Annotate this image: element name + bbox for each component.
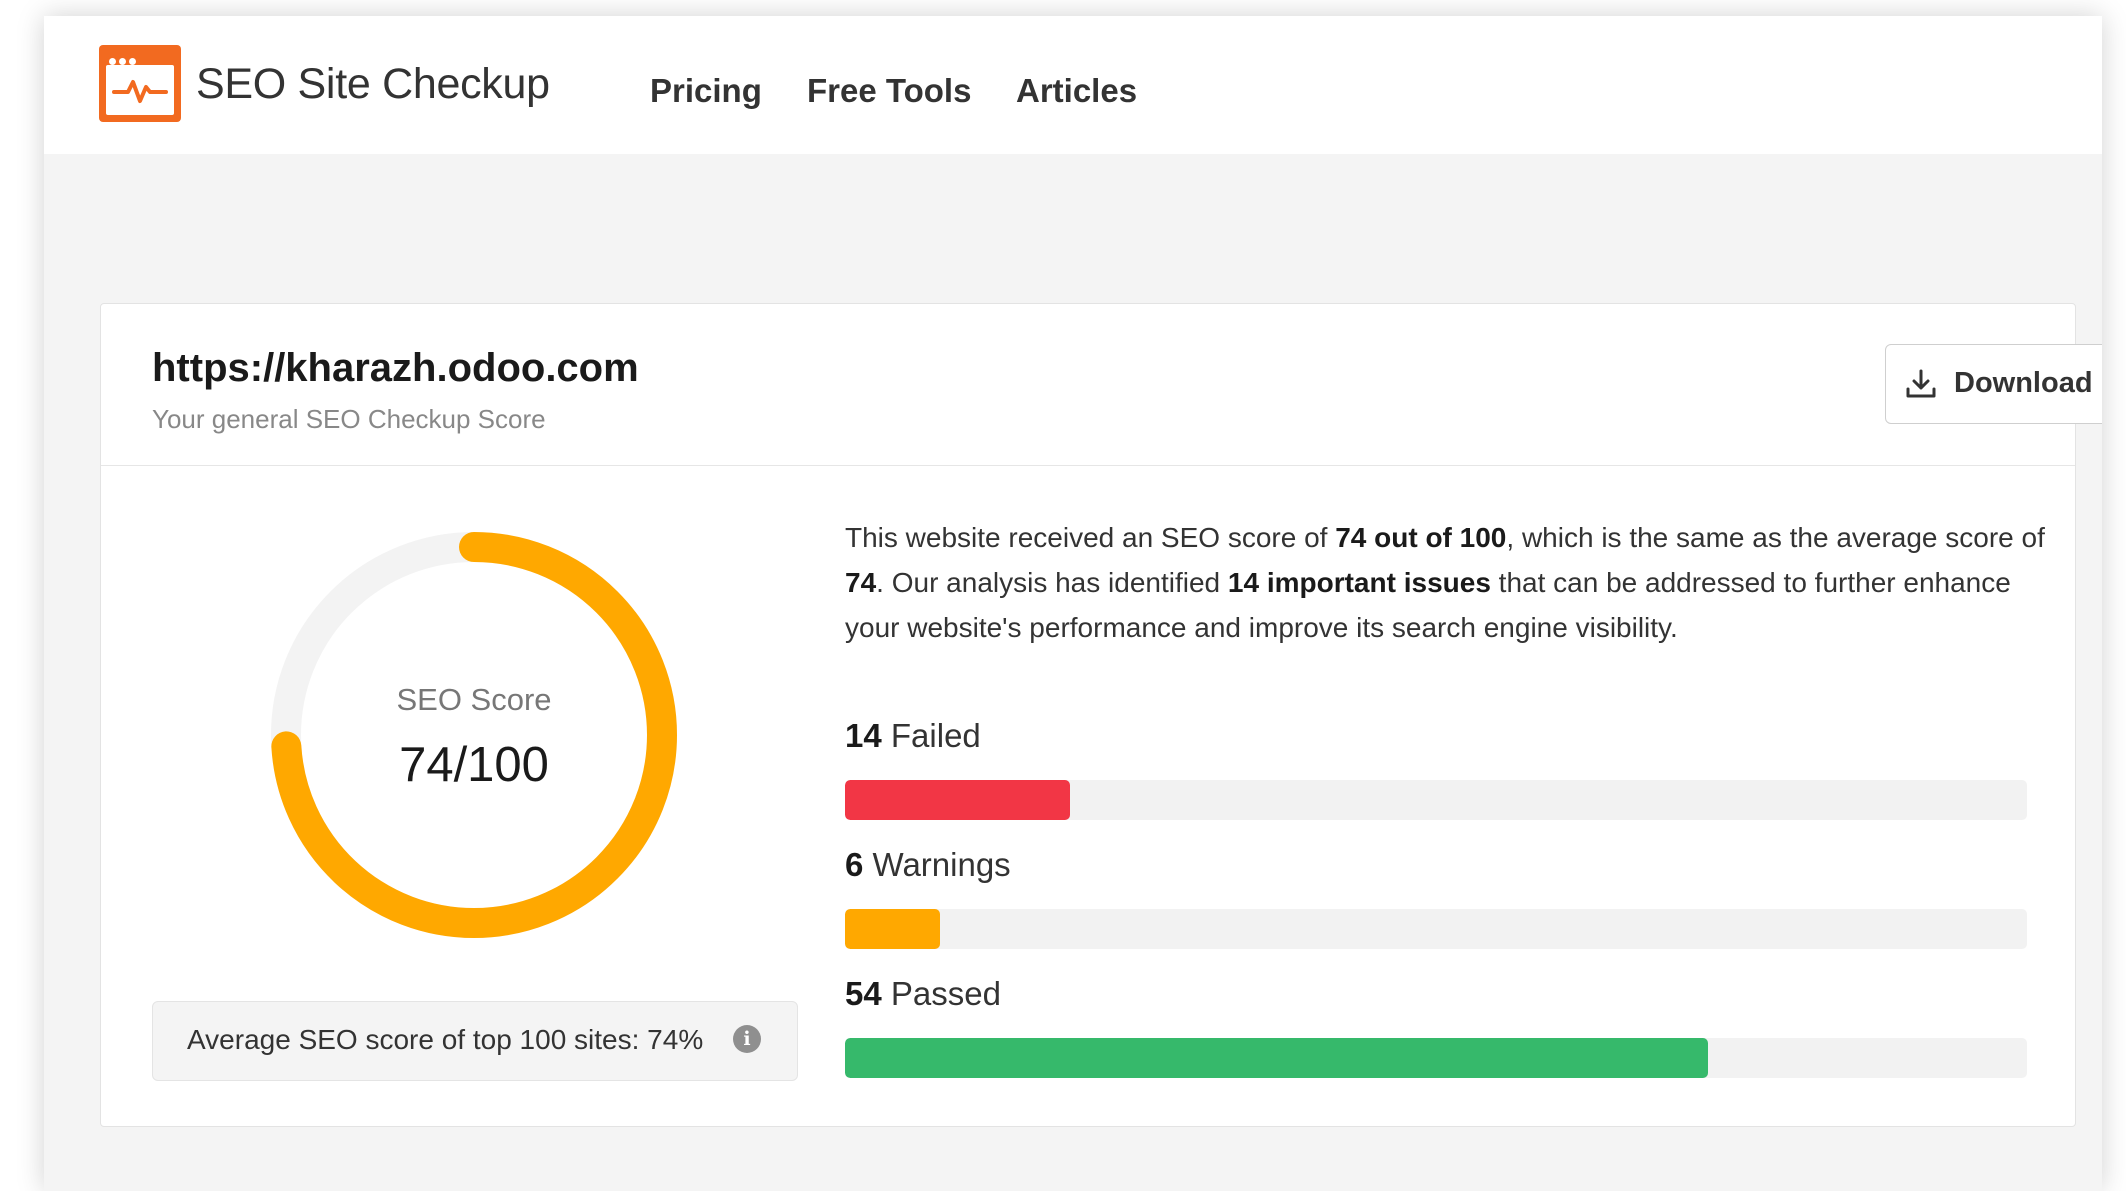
desc-average: 74 (845, 567, 877, 598)
average-score-box: Average SEO score of top 100 sites: 74% … (152, 1001, 798, 1081)
seo-report-card: https://kharazh.odoo.com Your general SE… (100, 303, 2102, 1127)
passed-count: 54 (845, 975, 882, 1012)
download-icon (1904, 367, 1938, 406)
report-subtitle: Your general SEO Checkup Score (152, 404, 546, 434)
download-pdf-label: Download PDF (1954, 367, 2102, 399)
nav-free-tools[interactable]: Free Tools (807, 72, 971, 110)
download-pdf-button[interactable]: Download PDF (1885, 344, 2102, 424)
failed-text: Failed (890, 717, 981, 754)
nav-pricing[interactable]: Pricing (650, 72, 762, 110)
seo-score-value: 74/100 (399, 738, 549, 792)
desc-text: This website received an SEO score of (845, 522, 1336, 553)
score-description: This website received an SEO score of 74… (845, 515, 2045, 650)
warnings-count: 6 (845, 846, 864, 883)
desc-issues: 14 important issues (1227, 567, 1491, 598)
warnings-label: 6 Warnings (845, 846, 1011, 884)
nav-articles[interactable]: Articles (1016, 72, 1137, 110)
warnings-bar-track (845, 909, 2027, 949)
desc-text: , which is the same as the average score… (1506, 522, 2045, 553)
passed-label: 54 Passed (845, 975, 1001, 1013)
failed-bar-fill (845, 780, 1070, 820)
failed-bar-track (845, 780, 2027, 820)
analyzed-url: https://kharazh.odoo.com (152, 346, 639, 390)
site-logo-icon[interactable] (99, 45, 181, 122)
failed-label: 14 Failed (845, 717, 981, 755)
info-icon[interactable]: i (733, 1025, 761, 1053)
passed-bar-fill (845, 1038, 1708, 1078)
report-header: https://kharazh.odoo.com Your general SE… (101, 304, 2102, 466)
site-header: SEO Site Checkup Pricing Free Tools Arti… (44, 16, 2102, 154)
desc-text: . Our analysis has identified (876, 567, 1228, 598)
passed-bar-track (845, 1038, 2027, 1078)
seo-score-gauge (271, 532, 677, 938)
average-score-text: Average SEO score of top 100 sites: 74% (187, 1024, 704, 1055)
failed-count: 14 (845, 717, 882, 754)
browser-window: SEO Site Checkup Pricing Free Tools Arti… (44, 16, 2102, 1191)
desc-score: 74 out of 100 (1335, 522, 1507, 553)
warnings-bar-fill (845, 909, 940, 949)
brand-name[interactable]: SEO Site Checkup (196, 60, 550, 109)
passed-text: Passed (890, 975, 1001, 1012)
seo-score-label: SEO Score (396, 682, 552, 717)
warnings-text: Warnings (872, 846, 1011, 883)
